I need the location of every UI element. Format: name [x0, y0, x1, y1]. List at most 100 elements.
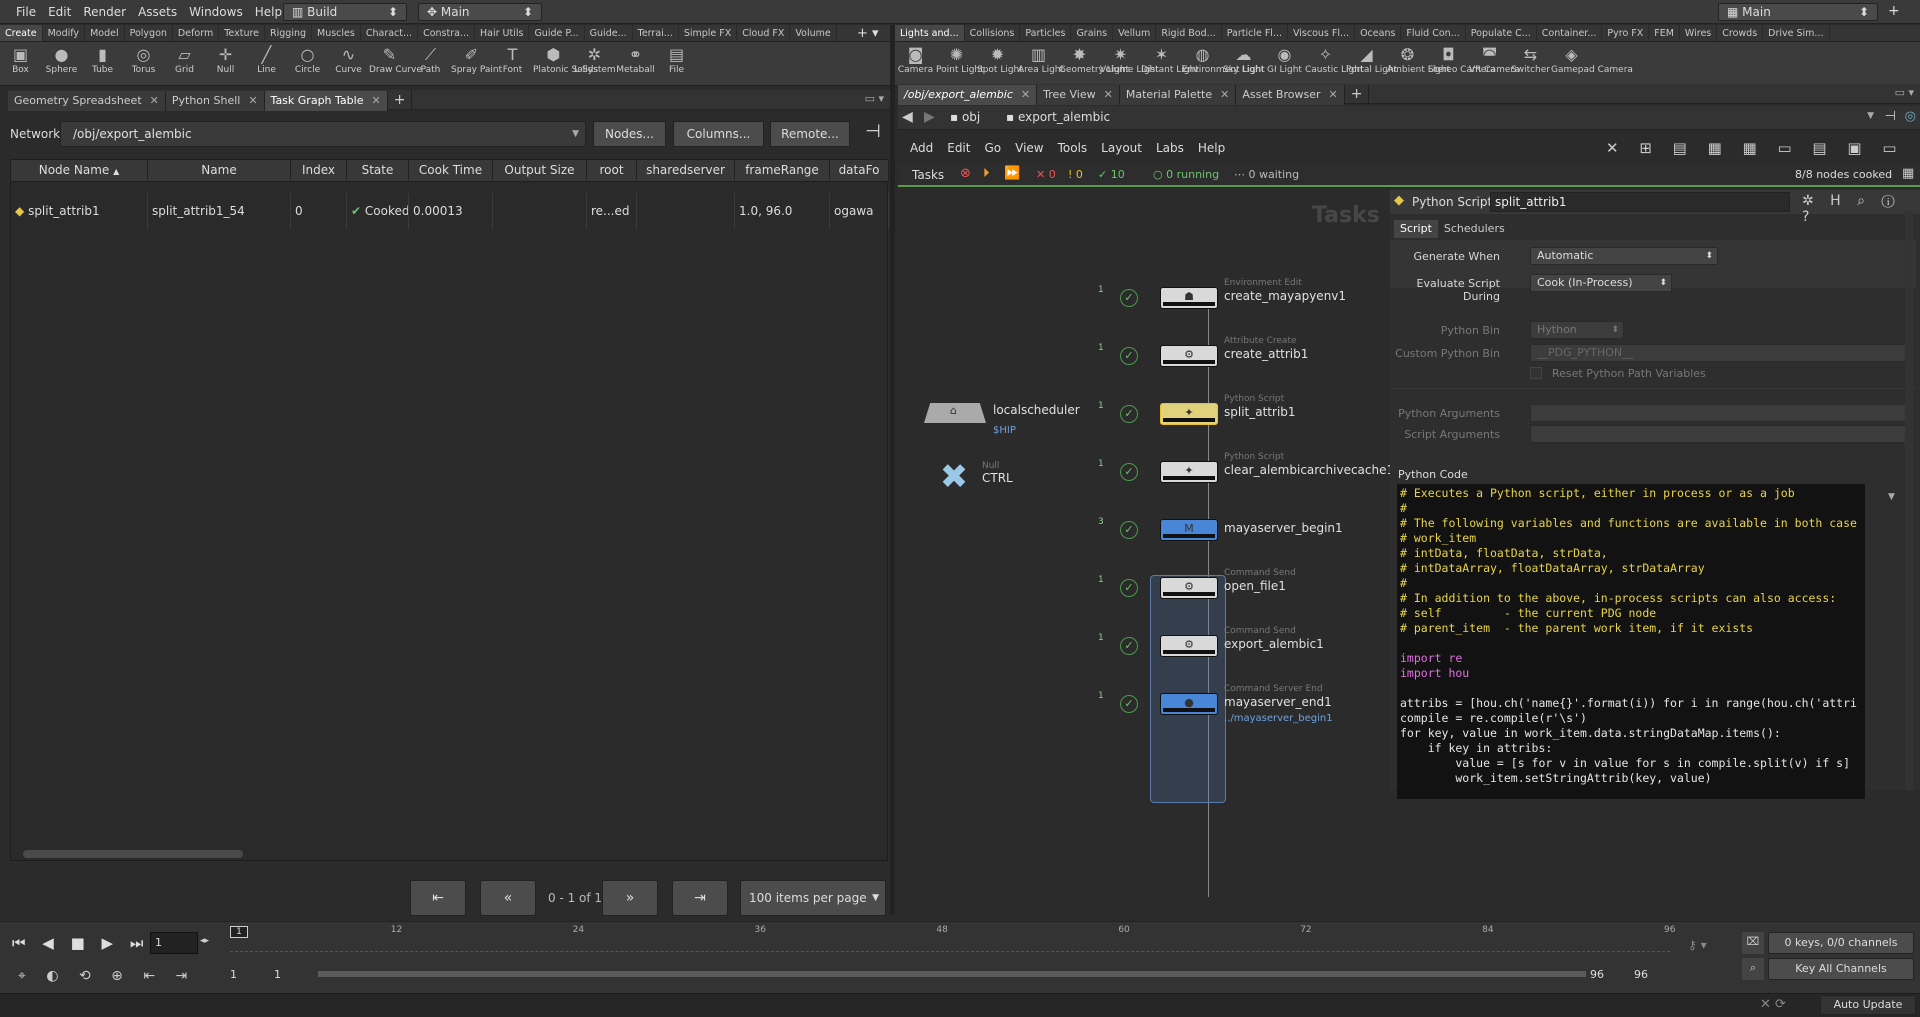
pane-menu-icon[interactable]: ▭ ▾ — [1895, 86, 1914, 99]
reset-path-checkbox[interactable] — [1530, 367, 1542, 379]
shelf-tool-stereo-camera[interactable]: ◘ Stereo Camera — [1428, 42, 1496, 75]
link-icon[interactable]: ◎ — [1905, 109, 1916, 124]
shelf-tool-box[interactable]: ▣ Box — [0, 42, 41, 75]
pdg-node[interactable]: ⚙ — [1160, 635, 1218, 657]
column-header[interactable]: Cook Time — [409, 160, 493, 180]
null-node-icon[interactable]: ✖ — [934, 457, 974, 497]
shelf-tool-file[interactable]: ▤ File — [656, 42, 697, 75]
column-header[interactable]: Node Name ▲ — [11, 160, 148, 180]
shelf-tab[interactable]: Particles — [1020, 25, 1072, 41]
chevron-down-icon[interactable]: ▼ — [1867, 111, 1874, 121]
evaluate-script-dropdown[interactable]: Cook (In-Process) ⬍ — [1530, 274, 1672, 292]
tab-asset-browser[interactable]: Asset Browser ✕ — [1236, 85, 1345, 105]
current-frame-field[interactable]: 1 — [150, 932, 198, 954]
shelf-tab[interactable]: Grains — [1071, 25, 1114, 41]
menu-item[interactable]: Windows — [183, 0, 249, 24]
chevron-down-icon[interactable]: ▼ — [572, 122, 579, 146]
crumb-export-alembic[interactable]: ▪ export_alembic — [1006, 110, 1110, 124]
tab-geometry-spreadsheet[interactable]: Geometry Spreadsheet ✕ — [8, 91, 166, 111]
add-tab-button[interactable]: + — [1345, 84, 1370, 104]
status-icons[interactable]: ✕ ⟳ — [1760, 997, 1786, 1012]
network-menu-item[interactable]: Labs — [1156, 141, 1184, 155]
column-header[interactable]: sharedserver — [637, 160, 735, 180]
shelf-tool-portal-light[interactable]: ◢ Portal Light — [1346, 42, 1397, 75]
step-arrows-icon[interactable]: ◂▸ — [200, 936, 209, 946]
tab-python-shell[interactable]: Python Shell ✕ — [165, 91, 265, 111]
shelf-tool-circle[interactable]: ○ Circle — [287, 42, 328, 75]
column-header[interactable]: Name — [148, 160, 291, 180]
maya-server-block[interactable] — [1150, 575, 1226, 803]
next-page-button[interactable]: » — [602, 880, 658, 916]
shelf-tab[interactable]: Create — [0, 25, 43, 41]
pdg-node[interactable]: ● — [1160, 693, 1218, 715]
horizontal-scrollbar[interactable] — [23, 850, 243, 858]
network-menu-item[interactable]: Help — [1198, 141, 1225, 155]
custom-python-bin-field[interactable]: __PDG_PYTHON__ — [1530, 344, 1910, 362]
column-header[interactable]: dataFo — [830, 160, 889, 180]
items-per-page-dropdown[interactable]: 100 items per page ▼ — [740, 880, 886, 916]
keys-channels-button[interactable]: 0 keys, 0/0 channels — [1768, 932, 1914, 954]
shelf-tool-spray-paint[interactable]: ✐ Spray Paint — [451, 42, 502, 75]
range-slider[interactable] — [318, 971, 1586, 977]
shelf-tab[interactable]: Modify — [43, 25, 86, 41]
shelf-tab[interactable]: Lights and... — [895, 25, 965, 41]
shelf-tab[interactable]: Particle Fl... — [1222, 25, 1288, 41]
range-start-field[interactable]: 1 — [230, 968, 237, 981]
shelf-tab[interactable]: Texture — [219, 25, 266, 41]
crumb-obj[interactable]: ▪ obj — [950, 110, 980, 124]
cooked-check-icon[interactable]: ✓ — [1120, 521, 1138, 539]
close-icon[interactable]: ✕ — [1328, 88, 1337, 101]
shelf-tab[interactable]: Pyro FX — [1602, 25, 1650, 41]
menu-item[interactable]: File — [10, 0, 42, 24]
last-page-button[interactable]: ⇥ — [672, 880, 728, 916]
shelf-tool-curve[interactable]: ∿ Curve — [328, 42, 369, 75]
cooked-check-icon[interactable]: ✓ — [1120, 405, 1138, 423]
back-arrow-icon[interactable]: ◀ — [902, 109, 913, 125]
cooked-check-icon[interactable]: ✓ — [1120, 347, 1138, 365]
menu-item[interactable]: Assets — [132, 0, 183, 24]
shelf-tool-geometry-light[interactable]: ✸ Geometry Light — [1059, 42, 1129, 75]
shelf-tab[interactable]: Rigid Bod... — [1156, 25, 1222, 41]
network-menu-item[interactable]: Add — [910, 141, 933, 155]
key-icon[interactable]: ⚷ ▾ — [1688, 938, 1707, 952]
shelf-tool-camera[interactable]: ◙ Camera — [895, 42, 936, 75]
close-icon[interactable]: ✕ — [371, 94, 380, 107]
pdg-node[interactable]: ✦ — [1160, 403, 1218, 425]
add-desktop-button[interactable]: + — [1888, 3, 1900, 19]
close-icon[interactable]: ✕ — [150, 94, 159, 107]
shelf-tool-environment-light[interactable]: ◍ Environment Light — [1182, 42, 1265, 75]
shelf-tab[interactable]: Guide P... — [529, 25, 585, 41]
right-desktop-dropdown[interactable]: ▦ Main ⬍ — [1718, 3, 1878, 21]
shelf-tool-switcher[interactable]: ⇆ Switcher — [1510, 42, 1551, 75]
shelf-tab[interactable]: Model — [85, 25, 125, 41]
shelf-tab[interactable]: Wires — [1680, 25, 1718, 41]
nodes-button[interactable]: Nodes... — [593, 121, 666, 147]
network-menu-item[interactable]: Edit — [947, 141, 970, 155]
column-header[interactable]: Index — [291, 160, 347, 180]
shelf-tab[interactable]: Constra... — [418, 25, 475, 41]
shelf-tool-volume-light[interactable]: ✷ Volume Light — [1100, 42, 1159, 75]
shelf-tool-grid[interactable]: ▱ Grid — [164, 42, 205, 75]
shelf-tab[interactable]: FEM — [1649, 25, 1680, 41]
tab-task-graph-table[interactable]: Task Graph Table ✕ — [264, 91, 388, 111]
shelf-tab[interactable]: Crowds — [1717, 25, 1764, 41]
cancel-icon[interactable]: ⊗ — [960, 166, 971, 181]
chevron-down-icon[interactable]: ▼ — [1888, 492, 1895, 502]
pane-divider[interactable] — [890, 25, 895, 915]
shelf-tab[interactable]: Rigging — [265, 25, 313, 41]
shelf-tab[interactable]: Simple FX — [679, 25, 738, 41]
table-row[interactable]: ◆ split_attrib1 split_attrib1_54 0 ✔ Coo… — [11, 193, 889, 229]
table-icon[interactable]: ▦ — [1902, 166, 1914, 181]
node-name-field[interactable]: split_attrib1 — [1490, 192, 1790, 212]
tab-tree-view[interactable]: Tree View ✕ — [1037, 85, 1120, 105]
range-end2-field[interactable]: 96 — [1634, 968, 1648, 981]
shelf-tool-sphere[interactable]: ● Sphere — [41, 42, 82, 75]
add-shelf-button[interactable]: + ▾ — [857, 26, 879, 41]
timeline-ruler[interactable] — [230, 942, 1670, 952]
shelf-tool-draw-curve[interactable]: ✎ Draw Curve — [369, 42, 422, 75]
column-header[interactable]: root — [587, 160, 637, 180]
network-path-field[interactable]: /obj/export_alembic ▼ — [60, 121, 586, 147]
generate-when-dropdown[interactable]: Automatic ⬍ — [1530, 247, 1718, 265]
channel-icon[interactable]: ⌕ — [1742, 958, 1764, 980]
shelf-tool-line[interactable]: ╱ Line — [246, 42, 287, 75]
